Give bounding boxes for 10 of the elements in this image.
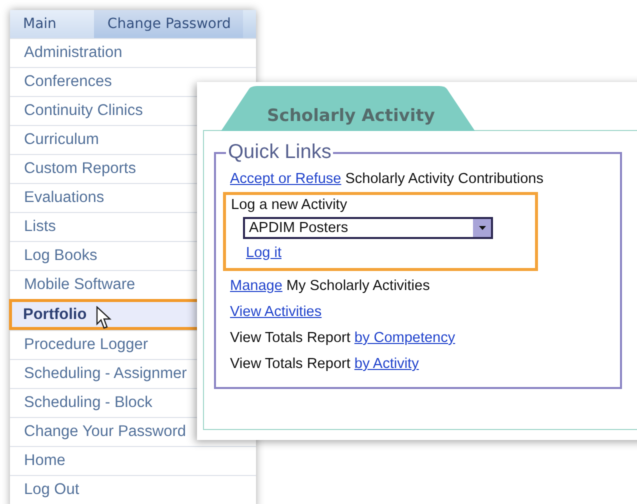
- menu-item[interactable]: Home: [10, 446, 256, 475]
- text-link[interactable]: by Activity: [354, 356, 419, 372]
- activity-dropdown[interactable]: APDIM Posters: [243, 217, 493, 239]
- menu-tab[interactable]: Main: [10, 10, 94, 38]
- pointer-icon: [96, 306, 112, 330]
- text-link[interactable]: by Competency: [354, 330, 456, 346]
- menu-tab[interactable]: Change Password: [94, 10, 243, 38]
- dropdown-arrow-icon: [478, 226, 486, 230]
- menu-item[interactable]: Log Out: [10, 475, 256, 504]
- menu-item[interactable]: Administration: [10, 38, 256, 67]
